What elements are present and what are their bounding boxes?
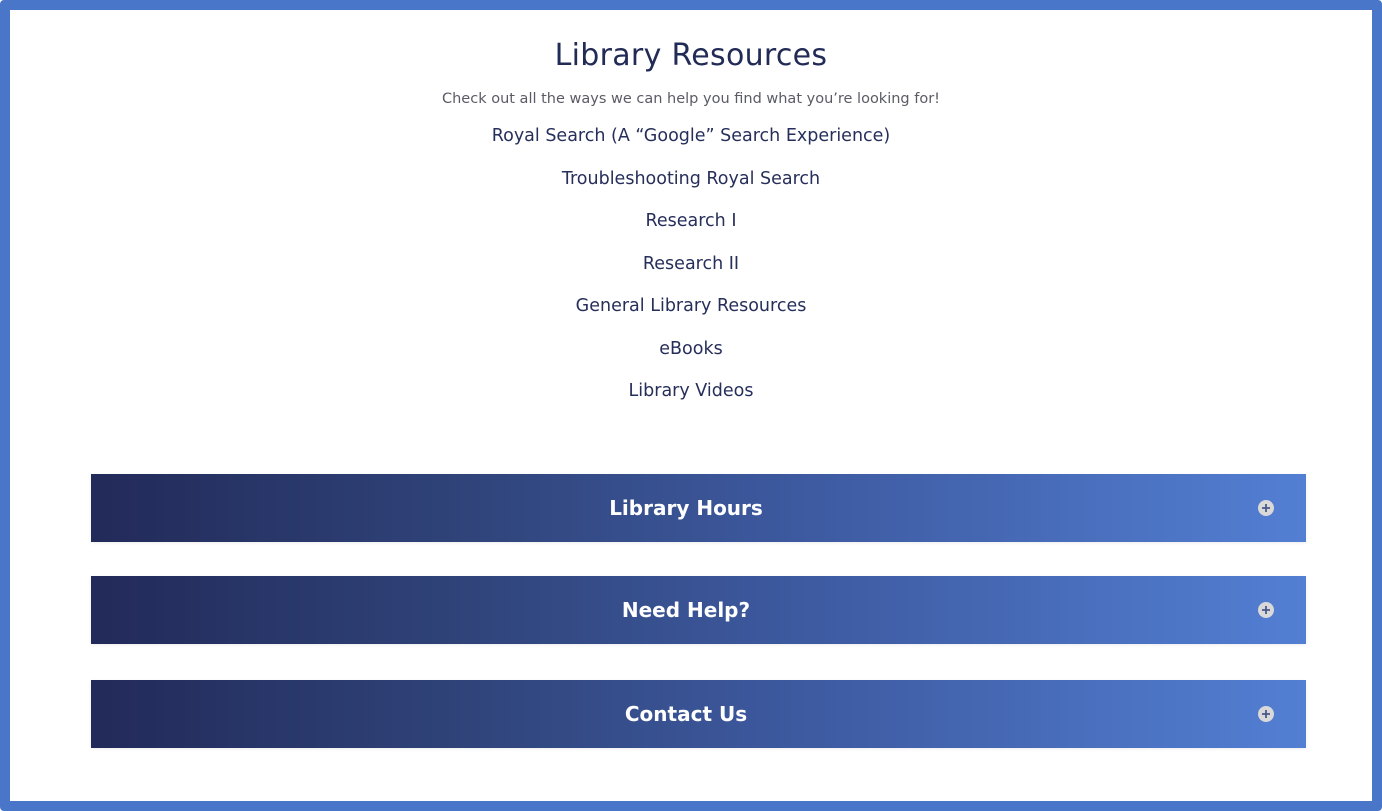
list-item: Troubleshooting Royal Search — [0, 163, 1382, 206]
list-item: Library Videos — [0, 375, 1382, 418]
plus-circle-icon[interactable] — [1258, 500, 1274, 516]
link-ebooks[interactable]: eBooks — [659, 339, 722, 359]
accordion-label: Need Help? — [621, 598, 751, 622]
accordion-label: Library Hours — [609, 496, 763, 520]
link-research-i[interactable]: Research I — [646, 211, 737, 231]
plus-circle-icon[interactable] — [1258, 602, 1274, 618]
page-title: Library Resources — [554, 38, 828, 73]
accordion-library-hours[interactable]: Library Hours — [91, 474, 1306, 542]
plus-circle-icon[interactable] — [1258, 706, 1274, 722]
accordion-need-help[interactable]: Need Help? — [91, 576, 1306, 644]
link-library-videos[interactable]: Library Videos — [629, 381, 754, 401]
list-item: General Library Resources — [0, 290, 1382, 333]
page-subtitle: Check out all the ways we can help you f… — [441, 91, 940, 107]
resource-links-list: Royal Search (A “Google” Search Experien… — [0, 120, 1382, 418]
list-item: Research I — [0, 205, 1382, 248]
list-item: Royal Search (A “Google” Search Experien… — [0, 120, 1382, 163]
accordion-contact-us[interactable]: Contact Us — [91, 680, 1306, 748]
link-royal-search[interactable]: Royal Search (A “Google” Search Experien… — [492, 126, 891, 146]
list-item: Research II — [0, 248, 1382, 291]
list-item: eBooks — [0, 333, 1382, 376]
link-general-library-resources[interactable]: General Library Resources — [576, 296, 807, 316]
link-troubleshooting-royal-search[interactable]: Troubleshooting Royal Search — [562, 169, 820, 189]
accordion-label: Contact Us — [624, 702, 748, 726]
link-research-ii[interactable]: Research II — [643, 254, 739, 274]
